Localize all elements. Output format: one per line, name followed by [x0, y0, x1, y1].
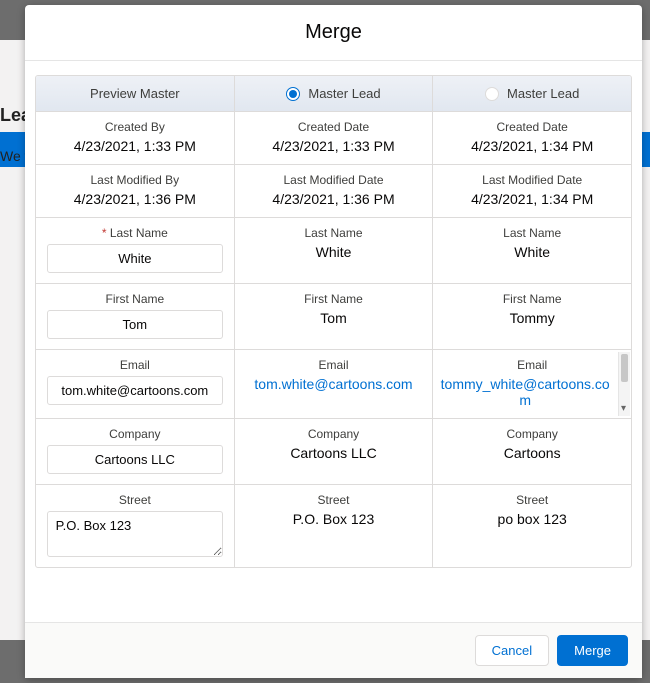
field-value[interactable]: tommy_white@cartoons.com: [439, 376, 625, 408]
field-value: 4/23/2021, 1:36 PM: [42, 191, 228, 207]
lead2-cell[interactable]: First Name Tommy: [432, 284, 631, 349]
col-preview-master: Preview Master: [36, 76, 234, 111]
merge-button[interactable]: Merge: [557, 635, 628, 666]
col-master-lead-1[interactable]: Master Lead: [234, 76, 433, 111]
modal-footer: Cancel Merge: [25, 622, 642, 678]
lead2-cell[interactable]: Last Name White: [432, 218, 631, 283]
chevron-down-icon[interactable]: ▾: [621, 403, 626, 414]
field-value: Tommy: [439, 310, 625, 326]
field-value: White: [439, 244, 625, 260]
field-label: Company: [241, 427, 427, 441]
cancel-button[interactable]: Cancel: [475, 635, 549, 666]
lead1-cell[interactable]: Company Cartoons LLC: [234, 419, 433, 484]
field-label: Street: [42, 493, 228, 507]
lead1-cell[interactable]: Email tom.white@cartoons.com: [234, 350, 433, 418]
lead1-cell[interactable]: Created Date 4/23/2021, 1:33 PM: [234, 112, 433, 164]
col-label: Preview Master: [90, 86, 180, 101]
merge-row: Last Name Last Name White Last Name White: [36, 217, 631, 283]
preview-cell: First Name: [36, 284, 234, 349]
field-label: Created Date: [241, 120, 427, 134]
merge-modal: Merge Preview Master Master Lead Master …: [25, 5, 642, 678]
lead2-cell[interactable]: Email tommy_white@cartoons.com▾: [432, 350, 631, 418]
field-label: Last Name: [241, 226, 427, 240]
lead2-cell[interactable]: Created Date 4/23/2021, 1:34 PM: [432, 112, 631, 164]
field-label: Street: [241, 493, 427, 507]
field-label: Email: [42, 358, 228, 372]
field-label: Street: [439, 493, 625, 507]
lead1-cell[interactable]: Last Name White: [234, 218, 433, 283]
field-value[interactable]: tom.white@cartoons.com: [241, 376, 427, 392]
col-label: Master Lead: [308, 86, 380, 101]
preview-cell: Company: [36, 419, 234, 484]
scrollbar-thumb[interactable]: [621, 354, 628, 382]
lead1-cell[interactable]: Last Modified Date 4/23/2021, 1:36 PM: [234, 165, 433, 217]
field-value: Cartoons: [439, 445, 625, 461]
lead2-cell[interactable]: Last Modified Date 4/23/2021, 1:34 PM: [432, 165, 631, 217]
merge-row: First Name First Name Tom First Name Tommy: [36, 283, 631, 349]
merge-row: Email Email tom.white@cartoons.com Email tom…: [36, 349, 631, 418]
preview-cell: Last Name: [36, 218, 234, 283]
lead2-cell[interactable]: Street po box 123: [432, 485, 631, 567]
field-value: 4/23/2021, 1:33 PM: [241, 138, 427, 154]
field-label: Created By: [42, 120, 228, 134]
lead2-cell[interactable]: Company Cartoons: [432, 419, 631, 484]
field-label: Last Name: [439, 226, 625, 240]
modal-header: Merge: [25, 5, 642, 61]
field-value: 4/23/2021, 1:34 PM: [439, 138, 625, 154]
field-input[interactable]: [47, 445, 223, 474]
field-value: Tom: [241, 310, 427, 326]
field-label: Created Date: [439, 120, 625, 134]
field-value: Cartoons LLC: [241, 445, 427, 461]
field-input[interactable]: [47, 244, 223, 273]
field-label: First Name: [42, 292, 228, 306]
field-label: Email: [241, 358, 427, 372]
col-master-lead-2[interactable]: Master Lead: [432, 76, 631, 111]
field-label: First Name: [241, 292, 427, 306]
field-value: P.O. Box 123: [241, 511, 427, 527]
preview-cell: Created By 4/23/2021, 1:33 PM: [36, 112, 234, 164]
field-label: Email: [439, 358, 625, 372]
field-value: 4/23/2021, 1:34 PM: [439, 191, 625, 207]
merge-row: Created By4/23/2021, 1:33 PMCreated Date…: [36, 112, 631, 164]
field-label: Company: [42, 427, 228, 441]
merge-row: Street Street P.O. Box 123 Street po box 123: [36, 484, 631, 567]
field-label: Last Name: [42, 226, 228, 240]
field-value: 4/23/2021, 1:33 PM: [42, 138, 228, 154]
field-value: White: [241, 244, 427, 260]
field-label: Company: [439, 427, 625, 441]
field-textarea[interactable]: [47, 511, 223, 557]
preview-cell: Last Modified By 4/23/2021, 1:36 PM: [36, 165, 234, 217]
field-label: Last Modified Date: [439, 173, 625, 187]
field-label: Last Modified By: [42, 173, 228, 187]
preview-cell: Street: [36, 485, 234, 567]
field-input[interactable]: [47, 376, 223, 405]
lead1-cell[interactable]: First Name Tom: [234, 284, 433, 349]
modal-title: Merge: [305, 21, 362, 44]
merge-table: Preview Master Master Lead Master Lead C…: [35, 75, 632, 568]
radio-unselected-icon[interactable]: [485, 87, 499, 101]
field-value: po box 123: [439, 511, 625, 527]
field-value: 4/23/2021, 1:36 PM: [241, 191, 427, 207]
radio-selected-icon[interactable]: [286, 87, 300, 101]
table-header: Preview Master Master Lead Master Lead: [36, 76, 631, 112]
preview-cell: Email: [36, 350, 234, 418]
lead1-cell[interactable]: Street P.O. Box 123: [234, 485, 433, 567]
field-label: Last Modified Date: [241, 173, 427, 187]
col-label: Master Lead: [507, 86, 579, 101]
field-label: First Name: [439, 292, 625, 306]
merge-row: Last Modified By4/23/2021, 1:36 PMLast M…: [36, 164, 631, 217]
modal-body: Preview Master Master Lead Master Lead C…: [25, 61, 642, 622]
field-input[interactable]: [47, 310, 223, 339]
scrollbar[interactable]: ▾: [618, 352, 630, 416]
merge-row: Company Company Cartoons LLC Company Cartoon…: [36, 418, 631, 484]
